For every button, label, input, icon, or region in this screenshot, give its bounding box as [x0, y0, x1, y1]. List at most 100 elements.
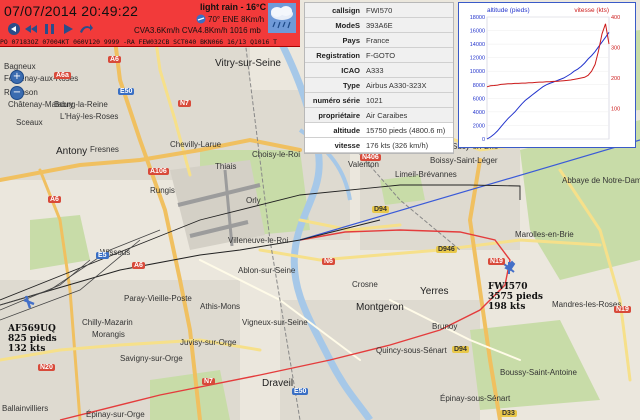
road-badge: A106: [148, 168, 169, 175]
wind-direction-icon: [196, 14, 206, 24]
visibility-info: CVA3.6Km/h CVA4.8Km/h 1016 mb: [134, 26, 261, 35]
weather-panel: 07/07/2014 20:49:22 light rain - 16°C 70…: [0, 0, 300, 47]
place-label: Valenton: [348, 160, 379, 169]
place-label: Bourg-la-Reine: [54, 100, 108, 109]
chart-left-tick: 6000: [473, 96, 485, 102]
chart-right-tick: 400: [611, 15, 620, 21]
zoom-out-button[interactable]: −: [10, 86, 24, 100]
place-label: Quincy-sous-Sénart: [376, 346, 447, 355]
info-key: Registration: [305, 47, 363, 63]
info-row: ModeS 393A6E: [305, 17, 453, 33]
info-value: FWI570: [363, 3, 453, 18]
info-key: callsign: [305, 3, 363, 18]
chart-right-tick: 100: [611, 107, 620, 113]
chart-left-tick: 0: [482, 137, 485, 143]
info-row: Type Airbus A330-323X: [305, 77, 453, 93]
info-value: 176 kts (326 km/h): [363, 137, 453, 153]
place-label: Mandres-les-Roses: [552, 300, 622, 309]
chart-left-tick: 14000: [470, 42, 485, 48]
chart-right-axis-label: vitesse (kts): [574, 7, 609, 14]
place-label: Juvisy-sur-Orge: [180, 338, 237, 347]
rewind-step-icon[interactable]: [24, 22, 40, 36]
info-row: Pays France: [305, 32, 453, 48]
aircraft-label-af569uq[interactable]: AF569UQ 825 pieds 132 kts: [8, 324, 57, 354]
place-label: Vigneux-sur-Seine: [242, 318, 308, 327]
road-badge: N19: [488, 258, 505, 265]
forward-icon[interactable]: [78, 22, 94, 36]
datetime-display: 07/07/2014 20:49:22: [4, 3, 139, 19]
info-value: A333: [363, 62, 453, 78]
place-label: Boissy-Saint-Léger: [430, 156, 498, 165]
place-label: Choisy-le-Roi: [252, 150, 301, 159]
place-label: Yerres: [420, 286, 449, 297]
place-label: Paray-Vieille-Poste: [124, 294, 192, 303]
aircraft-altitude: 825 pieds: [8, 334, 57, 344]
info-row: callsign FWI570: [305, 3, 453, 18]
chart-left-tick: 10000: [470, 69, 485, 75]
road-badge: N6: [322, 258, 335, 265]
place-label: Chilly-Mazarin: [82, 318, 133, 327]
aircraft-label-fwi570[interactable]: FWI570 3575 pieds 198 kts: [488, 282, 543, 312]
info-row: propriétaire Air Caraibes: [305, 107, 453, 123]
chart-plot-area: [486, 16, 610, 140]
weather-condition: light rain - 16°C: [200, 2, 267, 12]
play-icon[interactable]: [60, 22, 76, 36]
place-label: Thiais: [215, 162, 237, 171]
place-label: Montgeron: [356, 302, 404, 313]
place-label: Ballainvilliers: [2, 404, 49, 413]
road-badge: E50: [292, 388, 309, 395]
place-label: Fresnes: [90, 145, 119, 154]
info-row: ICAO A333: [305, 62, 453, 78]
place-label: Athis-Mons: [200, 302, 241, 311]
info-key: ModeS: [305, 17, 363, 33]
road-badge: A6: [132, 262, 145, 269]
info-row: vitesse 176 kts (326 km/h): [305, 137, 453, 153]
place-label: Épinay-sous-Sénart: [440, 394, 511, 403]
place-label: Villeneuve-le-Roi: [228, 236, 289, 245]
place-label: Savigny-sur-Orge: [120, 354, 183, 363]
road-badge: A6: [48, 196, 61, 203]
info-value: Airbus A330-323X: [363, 77, 453, 93]
road-badge: E5: [96, 252, 109, 259]
info-key: numéro série: [305, 92, 363, 108]
info-value: 15750 pieds (4800.6 m): [363, 122, 453, 138]
info-value: Air Caraibes: [363, 107, 453, 123]
place-label: Crosne: [352, 280, 378, 289]
zoom-in-button[interactable]: +: [10, 70, 24, 84]
info-value: F-GOTO: [363, 47, 453, 63]
rewind-icon[interactable]: [6, 22, 22, 36]
chart-left-tick: 12000: [470, 56, 485, 62]
chart-left-tick: 16000: [470, 29, 485, 35]
place-label: Orly: [246, 196, 261, 205]
road-badge: D94: [372, 206, 389, 213]
metar-text: PO 07183OZ 07004KT 060V120 9999 -RA FEW0…: [0, 38, 278, 46]
pause-icon[interactable]: [42, 22, 58, 36]
place-label: Chevilly-Larue: [170, 140, 222, 149]
place-label: Brunoy: [432, 322, 458, 331]
place-label: Rungis: [150, 186, 175, 195]
chart-left-tick: 2000: [473, 123, 485, 129]
info-row: numéro série 1021: [305, 92, 453, 108]
info-row: altitude 15750 pieds (4800.6 m): [305, 122, 453, 138]
info-key: Pays: [305, 32, 363, 48]
info-key: ICAO: [305, 62, 363, 78]
aircraft-altitude: 3575 pieds: [488, 292, 543, 302]
road-badge: A6a: [54, 72, 71, 79]
info-key: propriétaire: [305, 107, 363, 123]
info-key: Type: [305, 77, 363, 93]
place-label: Ablon-sur-Seine: [238, 266, 296, 275]
aircraft-callsign: FWI570: [488, 282, 528, 292]
wind-info: 70° ENE 8Km/h: [208, 15, 265, 24]
info-value: France: [363, 32, 453, 48]
aircraft-callsign: AF569UQ: [8, 324, 56, 334]
place-label: Limeil-Brévannes: [395, 170, 457, 179]
road-badge: N20: [38, 364, 55, 371]
altitude-speed-chart: altitude (pieds) vitesse (kts) 18000 16000 1…: [458, 2, 636, 148]
chart-right-tick: 300: [611, 46, 620, 52]
place-label: Morangis: [92, 330, 125, 339]
road-badge: D94: [452, 346, 469, 353]
place-label: Abbaye de Notre-Dame: [562, 176, 640, 185]
road-badge: N19: [614, 306, 631, 313]
chart-left-tick: 18000: [470, 15, 485, 21]
chart-left-axis-label: altitude (pieds): [487, 7, 530, 14]
